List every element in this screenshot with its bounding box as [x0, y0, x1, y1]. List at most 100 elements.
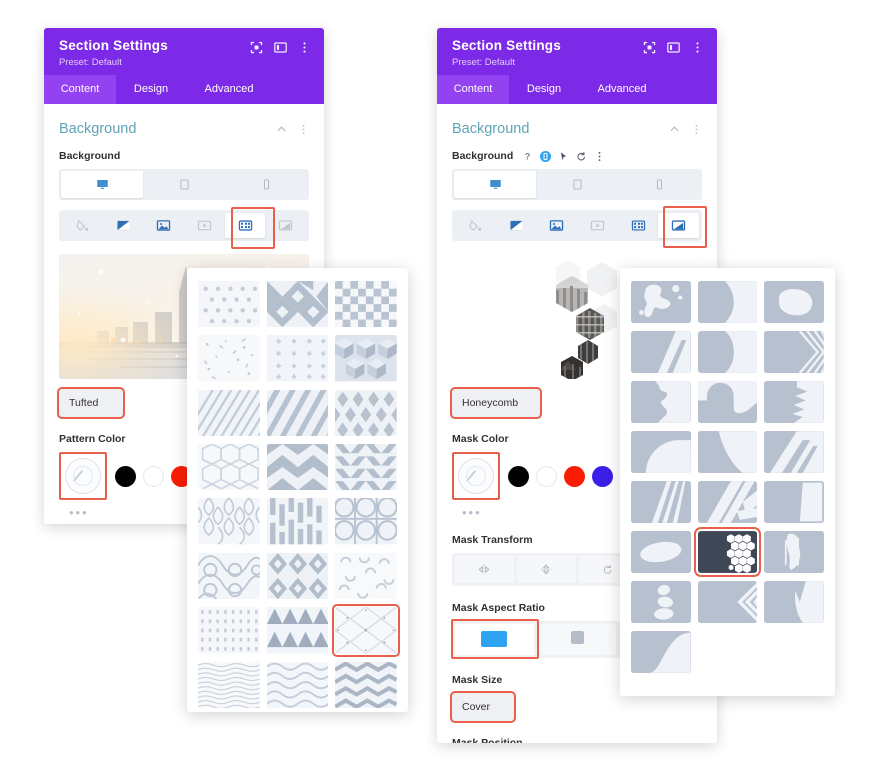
preset-label[interactable]: Preset: Default — [452, 57, 643, 68]
tab-content[interactable]: Content — [44, 75, 116, 104]
mask-honeycomb[interactable] — [693, 527, 762, 578]
mask-diagonal-slash-layers[interactable] — [631, 331, 691, 374]
mask-torn-paper-edge[interactable] — [764, 381, 824, 424]
color-fill-icon[interactable] — [62, 213, 103, 238]
flip-horizontal-icon[interactable] — [455, 556, 514, 583]
pattern-fine-waves[interactable] — [198, 661, 260, 708]
focus-icon[interactable] — [250, 41, 263, 54]
mask-circle-corner[interactable] — [697, 381, 758, 424]
video-icon[interactable] — [184, 213, 225, 238]
pattern-bold-diagonal-stripes[interactable] — [266, 389, 329, 437]
pattern-wavy-lines[interactable] — [266, 661, 329, 708]
pattern-herringbone[interactable] — [335, 444, 397, 491]
more-vertical-icon[interactable] — [298, 124, 309, 135]
pattern-thin-diagonal-stripes[interactable] — [198, 389, 260, 437]
mask-chevron-lines-right[interactable] — [764, 331, 824, 374]
layout-icon[interactable] — [667, 41, 680, 54]
mask-thin-blade-lines[interactable] — [631, 481, 691, 524]
tab-advanced[interactable]: Advanced — [579, 75, 665, 104]
pattern-diamond-star-grid[interactable] — [266, 552, 329, 600]
mask-pebbles-stack[interactable] — [631, 581, 691, 624]
mask-size-select[interactable]: Cover — [450, 691, 516, 723]
phone-icon[interactable] — [618, 171, 700, 198]
more-vertical-icon[interactable] — [691, 124, 702, 135]
mask-icon[interactable] — [658, 213, 700, 238]
pattern-isometric-cubes[interactable] — [335, 335, 397, 382]
pattern-triangles-row[interactable] — [266, 607, 329, 654]
more-vertical-icon[interactable] — [691, 41, 704, 54]
pattern-icon[interactable] — [618, 213, 659, 238]
video-icon[interactable] — [577, 213, 618, 238]
mask-name-field[interactable]: Honeycomb — [450, 387, 542, 419]
custom-color-picker[interactable] — [458, 458, 494, 494]
square-icon[interactable] — [537, 624, 617, 655]
pattern-hexagon-outline[interactable] — [198, 444, 260, 491]
pattern-diamond-lattice[interactable] — [266, 281, 329, 328]
reset-icon[interactable] — [576, 151, 587, 162]
pattern-scattered-arcs[interactable] — [335, 552, 397, 600]
mask-wave-silhouette[interactable] — [631, 381, 691, 424]
gradient-icon[interactable] — [496, 213, 537, 238]
mask-nested-chevron[interactable] — [697, 581, 758, 624]
pattern-checkerboard[interactable] — [335, 281, 397, 328]
pattern-dotted-grid[interactable] — [198, 607, 260, 654]
swatch-black[interactable] — [508, 465, 529, 487]
background-section-header-right[interactable]: Background — [452, 104, 702, 150]
desktop-icon[interactable] — [454, 171, 536, 198]
mask-curve-sweep[interactable] — [631, 631, 691, 674]
tab-content[interactable]: Content — [437, 75, 509, 104]
chevron-up-icon[interactable] — [276, 124, 287, 135]
tablet-icon[interactable] — [536, 171, 618, 198]
chevron-up-icon[interactable] — [669, 124, 680, 135]
custom-color-picker[interactable] — [65, 458, 101, 494]
pattern-vertical-bars[interactable] — [266, 498, 329, 545]
mask-brush-stroke-vertical[interactable] — [764, 531, 824, 574]
help-icon[interactable]: ? — [522, 151, 533, 162]
desktop-icon[interactable] — [61, 171, 143, 198]
more-vertical-icon[interactable] — [594, 151, 605, 162]
background-section-header-left[interactable]: Background — [59, 104, 309, 150]
layout-icon[interactable] — [274, 41, 287, 54]
pattern-cross-dots[interactable] — [266, 335, 329, 382]
tab-advanced[interactable]: Advanced — [186, 75, 272, 104]
mask-cone-shape[interactable] — [697, 431, 758, 474]
tab-design[interactable]: Design — [509, 75, 579, 104]
landscape-icon[interactable] — [455, 624, 534, 655]
more-vertical-icon[interactable] — [298, 41, 311, 54]
swatch-white[interactable] — [536, 465, 557, 487]
gradient-icon[interactable] — [103, 213, 144, 238]
mask-quarter-circle-left[interactable] — [631, 431, 691, 474]
pattern-ogee-scallop[interactable] — [198, 552, 260, 600]
cursor-icon[interactable] — [558, 151, 569, 162]
mask-paint-strokes-diagonal[interactable] — [697, 481, 758, 524]
swatch-red[interactable] — [564, 465, 585, 487]
responsive-icon[interactable] — [540, 150, 552, 162]
flip-vertical-icon[interactable] — [516, 556, 576, 583]
more-colors-icon[interactable]: ••• — [452, 506, 632, 519]
preset-label[interactable]: Preset: Default — [59, 57, 250, 68]
mask-diagonal-double-slash[interactable] — [764, 431, 824, 474]
pattern-tufted[interactable] — [332, 604, 400, 657]
mask-icon[interactable] — [265, 213, 306, 238]
mask-rounded-corner-left[interactable] — [697, 281, 758, 324]
color-fill-icon[interactable] — [455, 213, 496, 238]
pattern-polka-dots[interactable] — [198, 281, 260, 328]
mask-folded-corner[interactable] — [764, 581, 824, 624]
pattern-name-field[interactable]: Tufted — [57, 387, 125, 419]
pattern-diamond-grid[interactable] — [335, 389, 397, 437]
swatch-white[interactable] — [143, 465, 164, 487]
pattern-moroccan-trellis[interactable] — [198, 498, 260, 545]
mask-layer-blob[interactable] — [631, 281, 691, 323]
image-icon[interactable] — [536, 213, 577, 238]
mask-arrow-left-curve[interactable] — [697, 331, 758, 374]
mask-ellipse-center[interactable] — [631, 531, 691, 574]
pattern-confetti-specks[interactable] — [198, 335, 260, 382]
image-icon[interactable] — [143, 213, 184, 238]
tab-design[interactable]: Design — [116, 75, 186, 104]
pattern-bold-chevron-waves[interactable] — [335, 661, 397, 708]
phone-icon[interactable] — [225, 171, 307, 198]
mask-rounded-square-corner[interactable] — [764, 481, 824, 524]
tablet-icon[interactable] — [143, 171, 225, 198]
focus-icon[interactable] — [643, 41, 656, 54]
pattern-pinwheel-triangles[interactable] — [266, 444, 329, 491]
